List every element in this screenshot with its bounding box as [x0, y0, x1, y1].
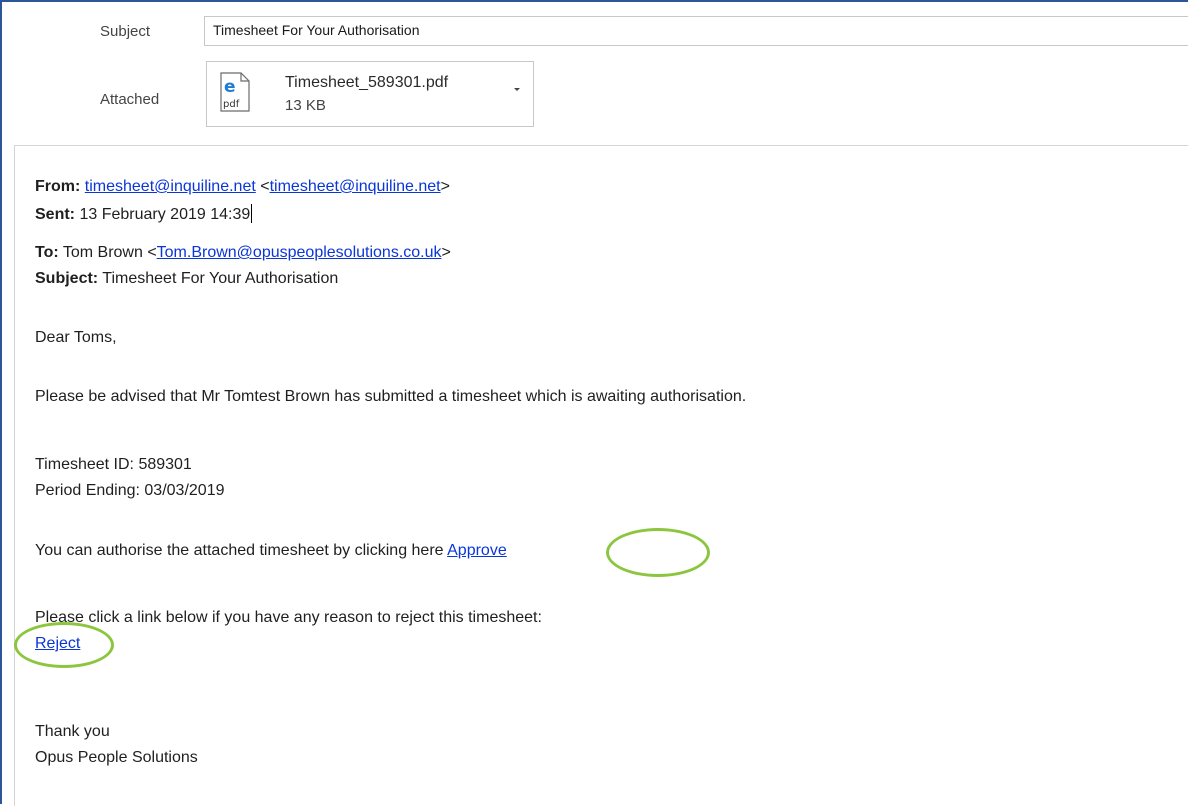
greeting: Dear Toms, [35, 329, 117, 346]
body-left-border [14, 145, 15, 806]
signature: Opus People Solutions [35, 749, 198, 766]
to-close-bracket: > [441, 244, 451, 261]
sent-label: Sent: [35, 206, 75, 223]
authorise-text: You can authorise the attached timesheet… [35, 542, 444, 559]
from-line: From: timesheet@inquiline.net <timesheet… [35, 178, 450, 196]
pdf-icon-letter: e [224, 77, 236, 97]
sent-line: Sent: 13 February 2019 14:39 [35, 204, 253, 224]
from-close-bracket: > [440, 178, 450, 195]
chevron-down-icon[interactable] [511, 84, 523, 96]
email-reading-pane: Subject Timesheet For Your Authorisation… [0, 0, 1188, 806]
pdf-icon-ext: pdf [223, 99, 240, 110]
from-address-link-2[interactable]: timesheet@inquiline.net [270, 178, 441, 195]
authorise-line: You can authorise the attached timesheet… [35, 542, 507, 560]
subject-label: Subject [100, 23, 151, 40]
subject-field[interactable]: Timesheet For Your Authorisation [204, 16, 1188, 46]
from-label: From: [35, 178, 81, 195]
header-divider [14, 145, 1188, 146]
to-label: To: [35, 244, 59, 261]
approve-highlight-ellipse [606, 528, 710, 577]
attachment-file-size: 13 KB [285, 97, 326, 114]
subject-line-label: Subject: [35, 270, 99, 287]
sent-value: 13 February 2019 14:39 [79, 206, 251, 223]
from-open-bracket: < [260, 178, 270, 195]
reject-line: Reject [35, 635, 80, 653]
text-cursor [251, 204, 253, 223]
attachment-file-name: Timesheet_589301.pdf [285, 74, 449, 91]
attached-label: Attached [100, 91, 160, 108]
pdf-file-icon: e pdf [220, 72, 250, 112]
thank-you: Thank you [35, 723, 110, 740]
attachment-card[interactable]: e pdf Timesheet_589301.pdf 13 KB [206, 61, 534, 127]
approve-link[interactable]: Approve [447, 542, 507, 559]
to-line: To: Tom Brown <Tom.Brown@opuspeoplesolut… [35, 244, 451, 262]
period-ending: Period Ending: 03/03/2019 [35, 482, 225, 499]
to-name: Tom Brown < [62, 244, 157, 261]
paragraph-advised: Please be advised that Mr Tomtest Brown … [35, 388, 747, 405]
timesheet-id: Timesheet ID: 589301 [35, 456, 192, 473]
subject-line-value: Timesheet For Your Authorisation [102, 270, 339, 287]
from-address-link[interactable]: timesheet@inquiline.net [85, 178, 256, 195]
reject-prompt: Please click a link below if you have an… [35, 609, 542, 626]
subject-line: Subject: Timesheet For Your Authorisatio… [35, 270, 338, 288]
reject-link[interactable]: Reject [35, 635, 80, 652]
to-address-link[interactable]: Tom.Brown@opuspeoplesolutions.co.uk [157, 244, 442, 261]
